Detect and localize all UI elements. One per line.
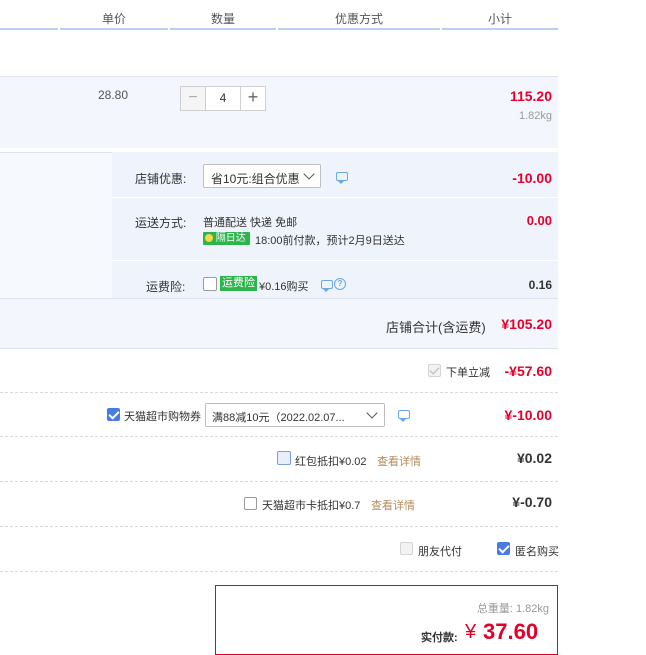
shop-discount-label: 店铺优惠:: [135, 172, 187, 186]
col-unit-price: 单价: [101, 12, 126, 26]
chat-icon[interactable]: [321, 280, 333, 292]
card-checkbox[interactable]: [244, 497, 257, 510]
shipping-method: 普通配送 快递 免邮: [203, 217, 298, 229]
next-day-badge: 隔日达: [203, 232, 250, 245]
red-packet-details-link[interactable]: 查看详情: [377, 453, 421, 469]
item-weight: 1.82kg: [518, 110, 552, 122]
chevron-down-icon: [366, 407, 378, 419]
coupon-select[interactable]: 满88减10元（2022.02.07...: [205, 403, 385, 427]
coupon-checkbox[interactable]: [107, 408, 120, 421]
card-label: 天猫超市卡抵扣¥0.7: [262, 500, 361, 512]
chat-icon[interactable]: [336, 172, 348, 184]
payment-summary-box: 总重量: 1.82kg 实付款: ¥ 37.60: [215, 585, 558, 655]
currency-symbol: ¥: [465, 621, 477, 643]
col-quantity: 数量: [210, 12, 235, 26]
shop-discount-amount: -10.00: [512, 170, 552, 186]
insurance-label: 运费险:: [146, 280, 186, 294]
card-details-link[interactable]: 查看详情: [371, 497, 415, 513]
help-icon[interactable]: ?: [334, 278, 346, 290]
anonymous-checkbox[interactable]: [497, 542, 510, 555]
red-packet-label: 红包抵扣¥0.02: [295, 456, 367, 468]
red-packet-amount: ¥0.02: [516, 450, 552, 466]
unit-price: 28.80: [98, 88, 129, 102]
chat-icon[interactable]: [398, 410, 410, 422]
coupon-value: 满88减10元（2022.02.07...: [212, 412, 345, 424]
insurance-price: ¥0.16购买: [259, 281, 309, 293]
pay-amount: 37.60: [483, 619, 539, 644]
friend-pay-label: 朋友代付: [418, 546, 462, 558]
quantity-input[interactable]: 4: [206, 86, 240, 111]
coupon-amount: ¥-10.00: [504, 407, 552, 423]
shipping-note: 18:00前付款，预计2月9日送达: [255, 235, 405, 247]
table-header: 单价 数量 优惠方式 小计: [0, 0, 558, 30]
col-subtotal: 小计: [487, 12, 512, 26]
shop-discount-select[interactable]: 省10元:组合优惠: [203, 164, 321, 188]
friend-pay-checkbox[interactable]: [400, 542, 413, 555]
instant-discount-checkbox[interactable]: [428, 364, 441, 377]
shipping-amount: 0.00: [526, 213, 552, 228]
instant-discount-amount: -¥57.60: [504, 363, 552, 379]
item-subtotal: 115.20: [509, 88, 552, 104]
card-amount: ¥-0.70: [512, 494, 552, 510]
red-packet-checkbox[interactable]: [277, 451, 291, 465]
shop-discount-value: 省10元:组合优惠: [211, 172, 300, 186]
badge-dot-icon: [205, 234, 213, 242]
insurance-amount: 0.16: [528, 278, 552, 292]
anonymous-label: 匿名购买: [515, 546, 559, 558]
insurance-tag: 运费险: [220, 276, 257, 291]
quantity-minus-button[interactable]: −: [180, 86, 206, 111]
insurance-checkbox[interactable]: [203, 277, 217, 291]
total-weight: 总重量: 1.82kg: [476, 603, 549, 615]
coupon-label: 天猫超市购物券: [124, 411, 201, 423]
chevron-down-icon: [303, 168, 315, 180]
shipping-label: 运送方式:: [135, 216, 187, 230]
shop-total-amount: ¥105.20: [501, 316, 552, 332]
pay-label: 实付款:: [421, 632, 458, 644]
col-discount: 优惠方式: [334, 12, 383, 26]
quantity-plus-button[interactable]: +: [240, 86, 266, 111]
